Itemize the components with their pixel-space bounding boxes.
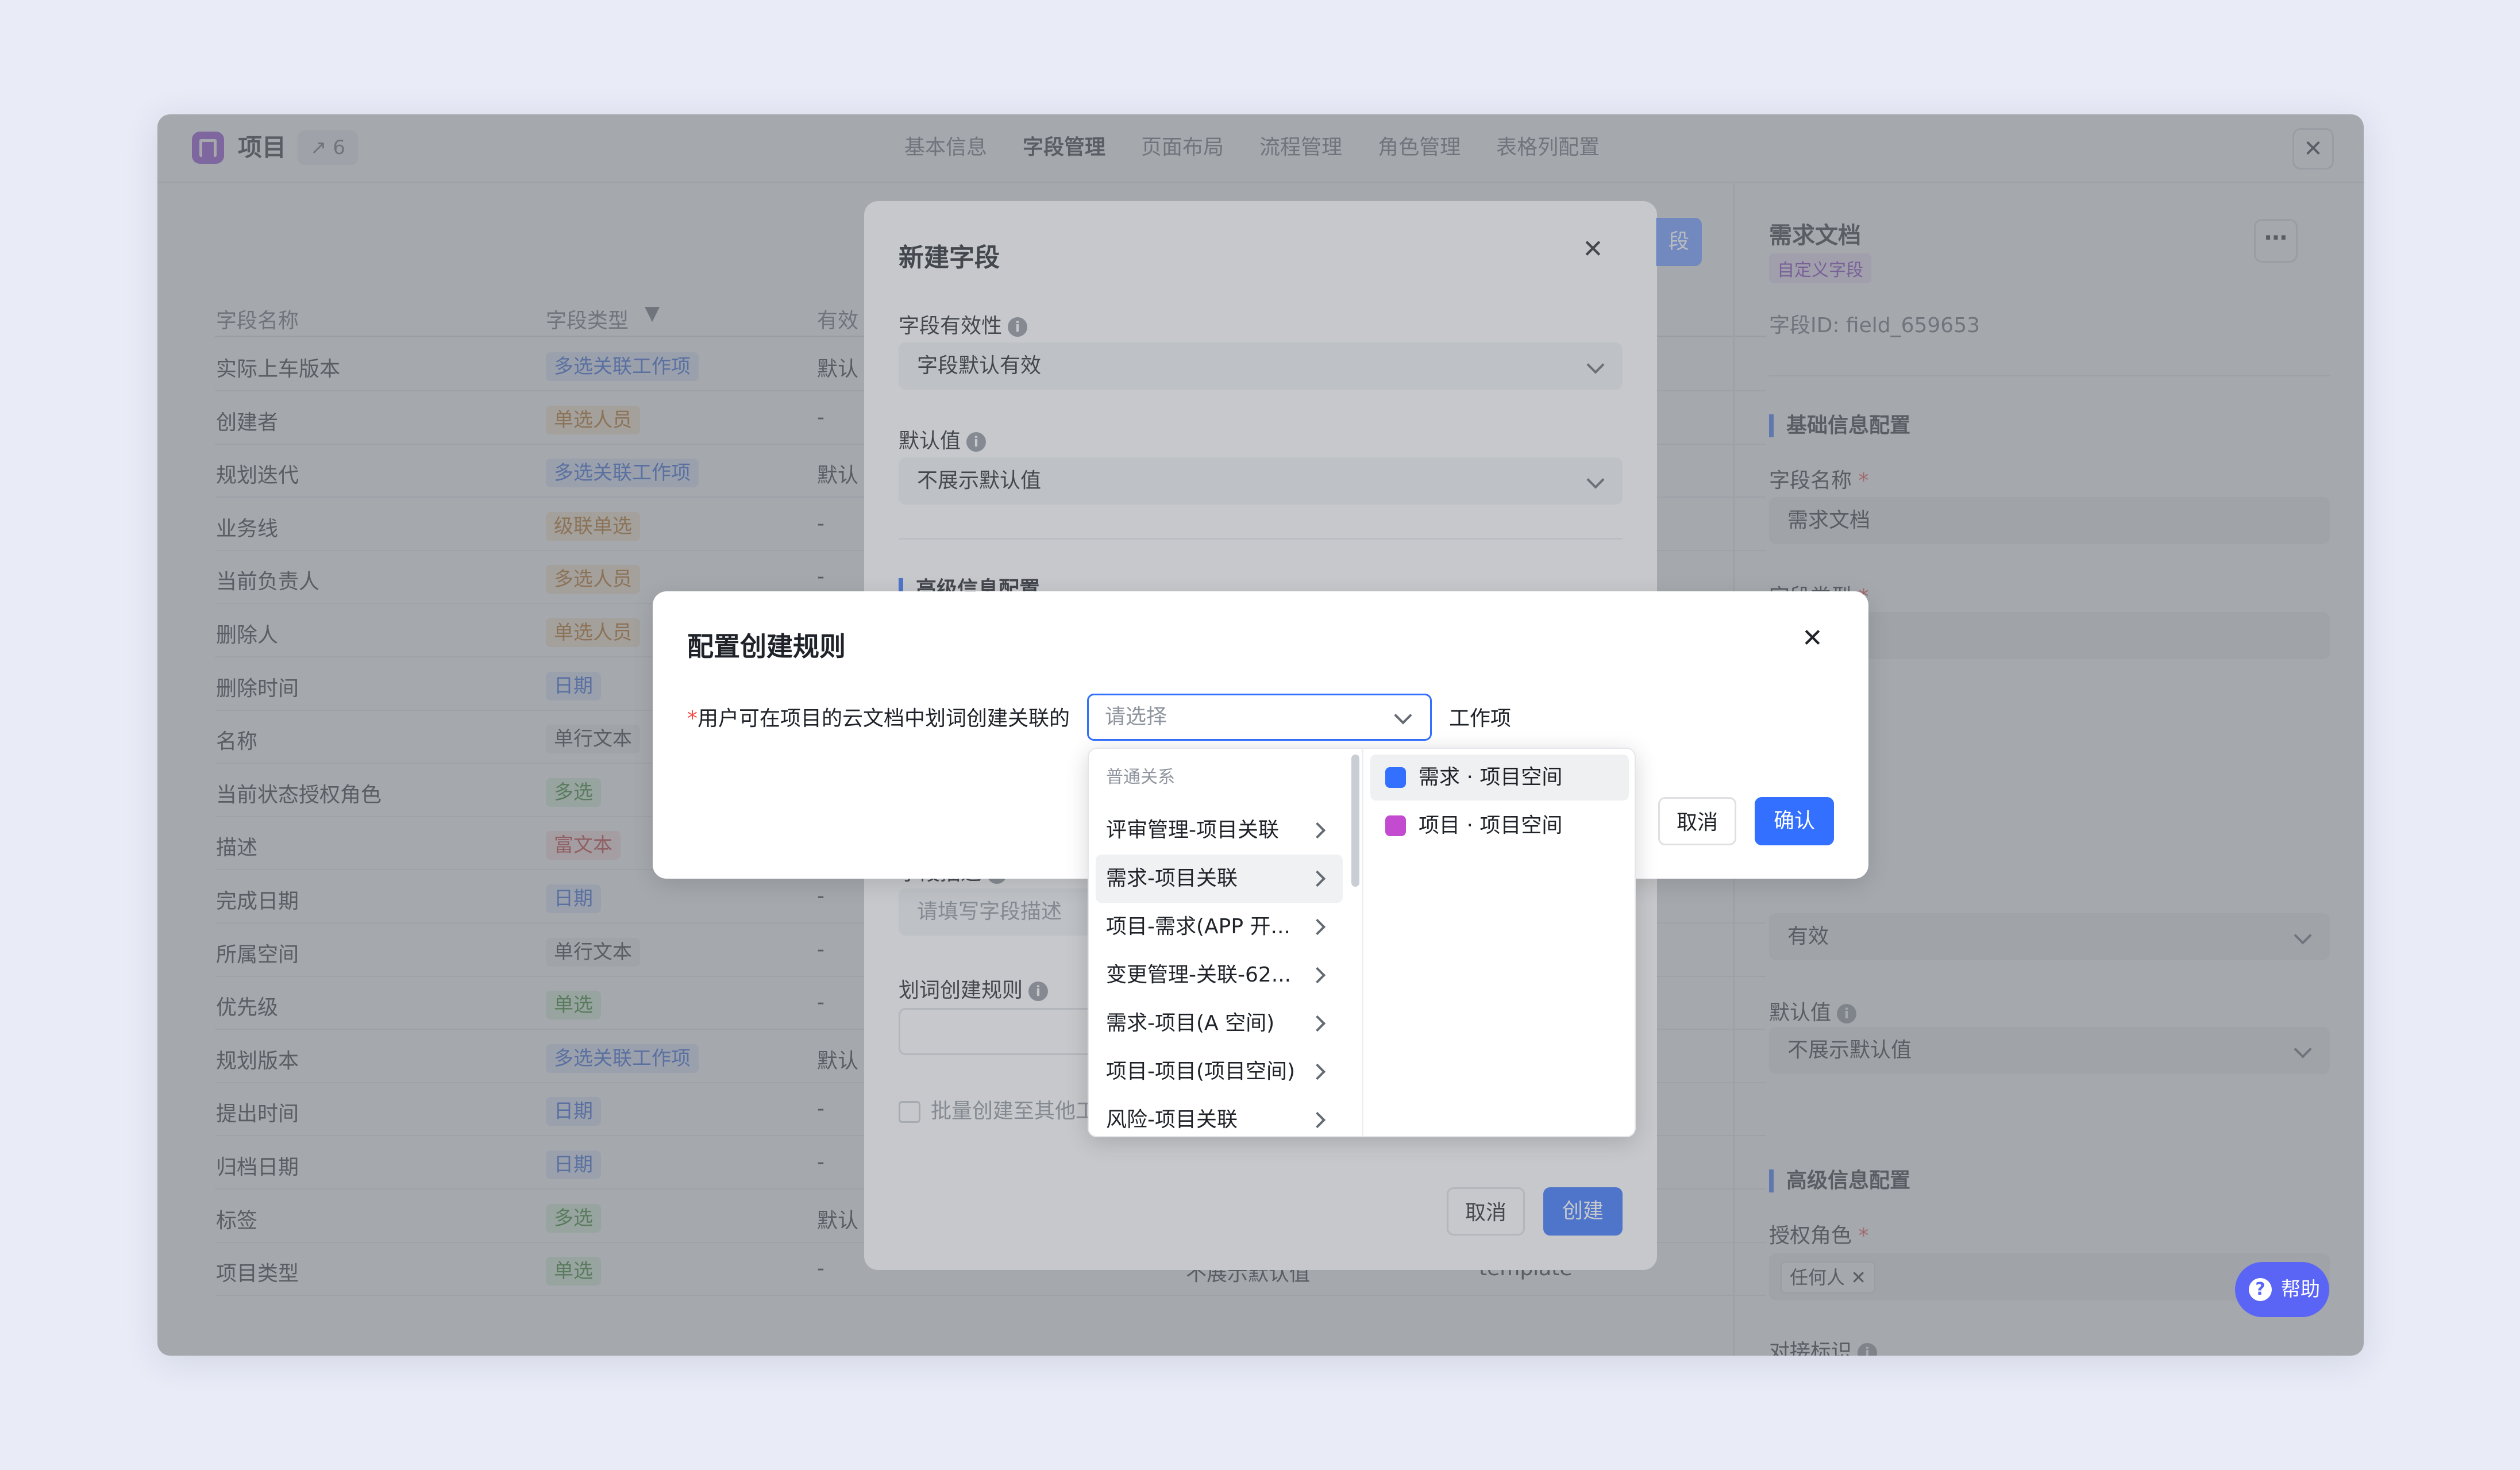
sub-item-label: 项目 · 项目空间	[1419, 814, 1563, 837]
relation-item-label: 变更管理-关联-62...	[1106, 963, 1292, 987]
relation-item[interactable]: 变更管理-关联-62...	[1096, 951, 1343, 999]
relation-dropdown: 普通关系 评审管理-项目关联 需求-项目关联 项目-需求(APP 开... 变更…	[1088, 748, 1636, 1137]
chevron-right-icon	[1309, 918, 1326, 936]
group-label: 普通关系	[1106, 767, 1175, 787]
relation-item[interactable]: 风险-项目关联	[1096, 1096, 1343, 1136]
required-mark: *	[687, 707, 698, 730]
select-placeholder: 请选择	[1105, 705, 1167, 729]
select-suffix: 工作项	[1449, 707, 1512, 730]
rule-prompt: *用户可在项目的云文档中划词创建关联的	[687, 702, 1070, 732]
relation-item[interactable]: 需求-项目(A 空间)	[1096, 999, 1343, 1048]
sub-item[interactable]: 需求 · 项目空间	[1370, 755, 1629, 801]
app-window: 项目 ↗ 6 基本信息 字段管理 页面布局 流程管理 角色管理 表格列配置 ✕ …	[157, 114, 2364, 1356]
cancel-button[interactable]: 取消	[1658, 797, 1736, 845]
chevron-right-icon	[1309, 1111, 1326, 1129]
relation-item-label: 需求-项目(A 空间)	[1106, 1011, 1275, 1035]
relation-item-label: 需求-项目关联	[1106, 867, 1238, 890]
chevron-right-icon	[1309, 870, 1326, 887]
chevron-right-icon	[1309, 822, 1326, 839]
relation-item[interactable]: 需求-项目关联	[1096, 855, 1343, 903]
relation-list: 普通关系 评审管理-项目关联 需求-项目关联 项目-需求(APP 开... 变更…	[1089, 749, 1363, 1136]
relation-item-label: 项目-项目(项目空间)	[1106, 1060, 1296, 1083]
help-button[interactable]: 帮助	[2235, 1262, 2329, 1317]
relation-item[interactable]: 项目-需求(APP 开...	[1096, 903, 1343, 951]
relation-item[interactable]: 评审管理-项目关联	[1096, 806, 1343, 855]
chevron-right-icon	[1309, 1015, 1326, 1032]
confirm-button[interactable]: 确认	[1755, 797, 1834, 845]
relation-item-label: 评审管理-项目关联	[1106, 818, 1279, 842]
bookmark-icon	[1385, 815, 1406, 836]
dialog-title: 配置创建规则	[687, 631, 846, 662]
relation-item-label: 项目-需求(APP 开...	[1106, 915, 1290, 938]
close-icon[interactable]: ✕	[1802, 624, 1823, 653]
chevron-down-icon	[1394, 706, 1412, 725]
requirement-icon	[1385, 767, 1406, 788]
chevron-right-icon	[1309, 1063, 1326, 1080]
relation-item-label: 风险-项目关联	[1106, 1108, 1238, 1132]
sub-item-list: 需求 · 项目空间 项目 · 项目空间	[1363, 749, 1635, 1136]
scrollbar[interactable]	[1351, 755, 1359, 887]
relation-item[interactable]: 项目-项目(项目空间)	[1096, 1048, 1343, 1096]
rule-prompt-text: 用户可在项目的云文档中划词创建关联的	[698, 707, 1070, 730]
chevron-right-icon	[1309, 967, 1326, 984]
work-item-select[interactable]: 请选择	[1087, 694, 1432, 741]
sub-item[interactable]: 项目 · 项目空间	[1370, 803, 1629, 849]
sub-item-label: 需求 · 项目空间	[1419, 765, 1563, 789]
